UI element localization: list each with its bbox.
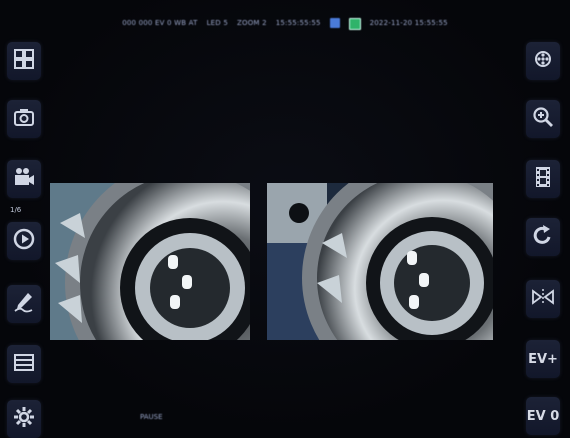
inspection-screen: 000 000 EV 0 WB AT LED 5 ZOOM 2 15:55:55… xyxy=(0,0,570,438)
camera-feed-right xyxy=(267,183,493,340)
record-button[interactable] xyxy=(7,160,41,198)
status-datetime: 2022-11-20 15:55:55 xyxy=(369,19,448,27)
rotate-button[interactable] xyxy=(526,218,560,256)
status-bar: 000 000 EV 0 WB AT LED 5 ZOOM 2 15:55:55… xyxy=(0,17,570,31)
film-icon xyxy=(531,165,555,194)
playback-button[interactable] xyxy=(7,222,41,260)
zoom-button[interactable] xyxy=(526,100,560,138)
ev-zero-button[interactable]: EV 0 xyxy=(526,397,560,435)
battery-indicator xyxy=(348,18,361,30)
gear-icon xyxy=(12,405,36,434)
gear-image-left xyxy=(50,183,250,340)
playback-caption: 1/6 xyxy=(10,206,22,214)
layout-grid-button[interactable] xyxy=(7,42,41,80)
snapshot-button[interactable] xyxy=(7,100,41,138)
video-camera-icon xyxy=(12,165,36,194)
zoom-icon xyxy=(531,105,555,134)
right-toolbar: EV+ EV 0 xyxy=(526,0,566,437)
split-icon xyxy=(12,350,36,379)
status-zoom: ZOOM 2 xyxy=(236,19,267,27)
left-toolbar: 1/6 xyxy=(4,0,44,438)
grid-icon xyxy=(12,47,36,76)
mirror-icon xyxy=(531,285,555,314)
light-icon xyxy=(531,47,555,76)
status-exposure: 000 000 EV 0 WB AT xyxy=(122,19,198,27)
gear-image-right xyxy=(267,183,493,340)
ev-zero-label: EV 0 xyxy=(526,408,560,424)
status-timecode: 15:55:55:55 xyxy=(275,19,321,27)
camera-feed-left xyxy=(50,183,250,340)
status-led: LED 5 xyxy=(206,19,228,27)
mirror-button[interactable] xyxy=(526,280,560,318)
film-button[interactable] xyxy=(526,160,560,198)
camera-icon xyxy=(12,105,36,134)
ev-plus-button[interactable]: EV+ xyxy=(526,340,560,378)
led-button[interactable] xyxy=(526,42,560,80)
rotate-icon xyxy=(531,223,555,252)
split-view-button[interactable] xyxy=(7,345,41,383)
pause-status: PAUSE xyxy=(140,413,163,421)
settings-button[interactable] xyxy=(7,400,41,438)
pen-icon xyxy=(12,290,36,319)
play-icon xyxy=(12,227,36,256)
ev-plus-label: EV+ xyxy=(528,351,558,367)
storage-indicator xyxy=(329,18,340,28)
annotate-button[interactable] xyxy=(7,285,41,323)
